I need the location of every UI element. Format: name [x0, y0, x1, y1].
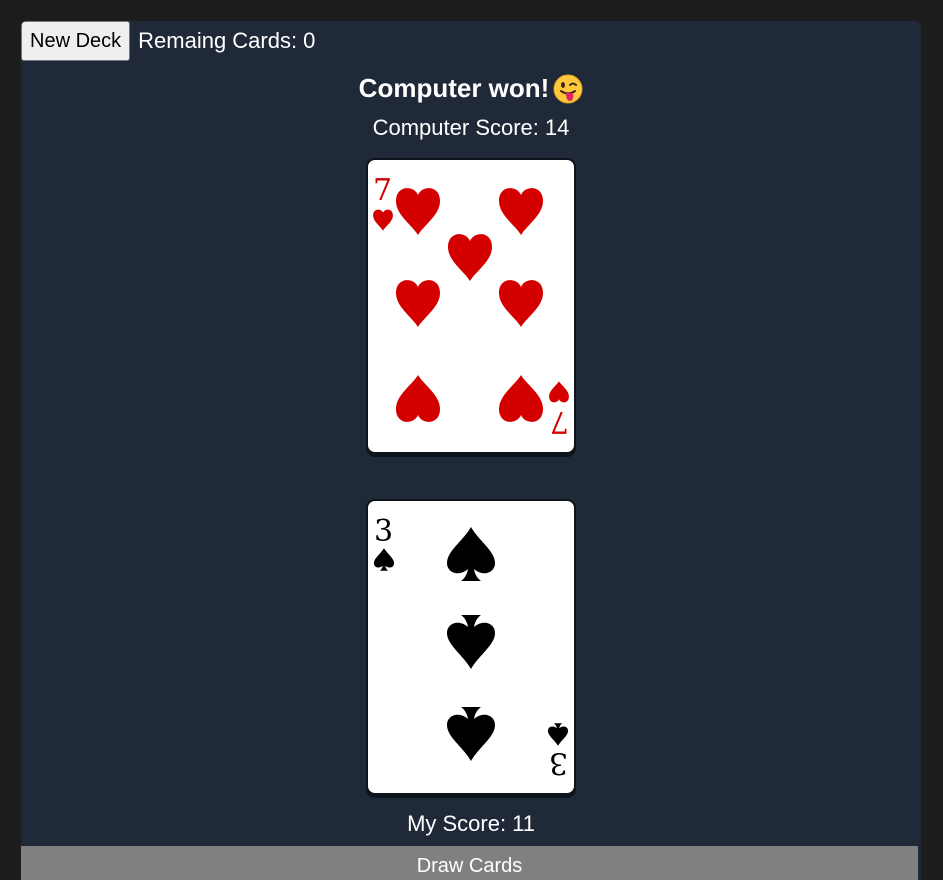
draw-cards-button[interactable]: Draw Cards [21, 846, 918, 880]
my-score-label: My Score: [407, 811, 507, 836]
my-score-value: 11 [512, 811, 535, 836]
seven-of-hearts-card-face: 7 7 [373, 173, 569, 439]
card-rank-bottom: 7 [550, 404, 569, 439]
new-deck-button[interactable]: New Deck [21, 21, 131, 61]
game-panel: New Deck Remaing Cards: 0 Computer won! C… [21, 21, 921, 880]
player-card: 3 3 [366, 499, 576, 795]
computer-card: 7 7 [366, 158, 576, 454]
top-bar: New Deck Remaing Cards: 0 [21, 21, 315, 61]
game-result: Computer won! [21, 73, 921, 104]
result-message: Computer won! [358, 73, 550, 103]
computer-score: Computer Score: 14 [21, 115, 921, 141]
computer-score-label: Computer Score: [372, 115, 539, 140]
card-rank-bottom: 3 [549, 745, 568, 780]
card-rank-top: 7 [373, 173, 392, 208]
card-rank-top: 3 [374, 514, 393, 549]
remaining-cards: Remaing Cards: 0 [138, 28, 315, 54]
my-score: My Score: 11 [21, 811, 921, 837]
computer-score-value: 14 [544, 115, 570, 140]
remaining-cards-label: Remaing Cards: [138, 28, 298, 53]
remaining-cards-count: 0 [303, 28, 316, 53]
winking-tongue-emoji-icon [553, 74, 583, 104]
three-of-spades-card-face: 3 3 [373, 514, 569, 780]
